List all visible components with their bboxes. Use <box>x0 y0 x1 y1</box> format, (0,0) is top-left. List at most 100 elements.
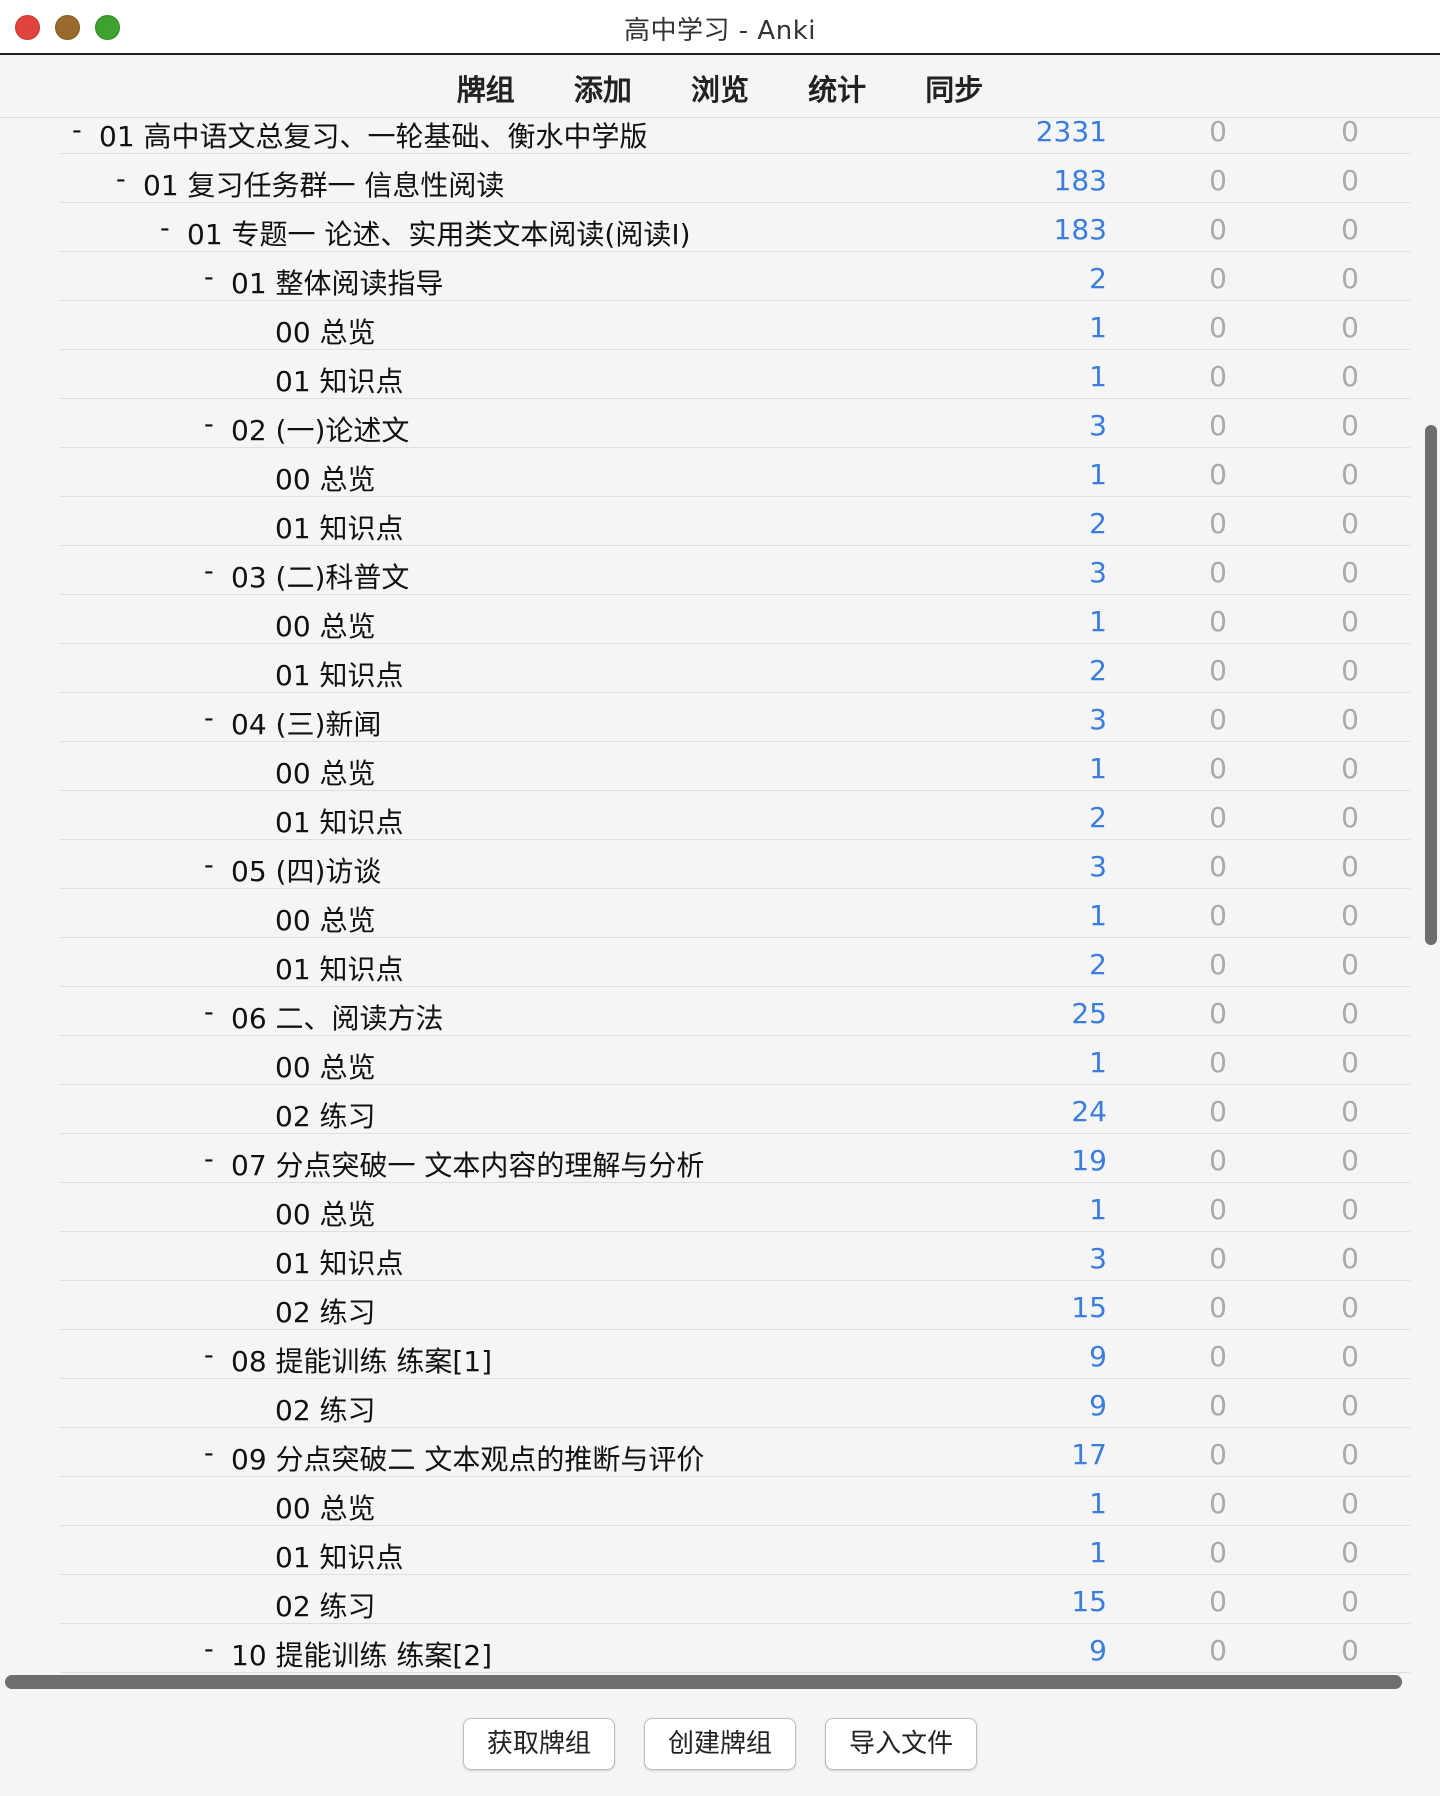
deck-row[interactable]: -03 (二)科普文 3 0 0 <box>60 546 1410 595</box>
deck-row[interactable]: 00 总览 1 0 0 <box>60 1183 1410 1232</box>
collapse-toggle[interactable]: - <box>204 1144 214 1175</box>
deck-row[interactable]: 00 总览 1 0 0 <box>60 742 1410 791</box>
deck-name-link[interactable]: 02 练习 <box>275 1095 376 1135</box>
deck-row[interactable]: 02 练习 9 0 0 <box>60 1379 1410 1428</box>
deck-name-link[interactable]: 01 知识点 <box>275 948 404 988</box>
learn-count: 0 <box>1209 703 1227 736</box>
collapse-toggle[interactable]: - <box>72 118 82 146</box>
new-count: 3 <box>1089 409 1107 442</box>
deck-row[interactable]: 01 知识点 1 0 0 <box>60 350 1410 399</box>
collapse-toggle[interactable]: - <box>116 164 126 195</box>
deck-name-link[interactable]: 02 练习 <box>275 1389 376 1429</box>
deck-name-link[interactable]: 00 总览 <box>275 752 376 792</box>
deck-row[interactable]: 01 知识点 1 0 0 <box>60 1526 1410 1575</box>
deck-row[interactable]: 01 知识点 3 0 0 <box>60 1232 1410 1281</box>
deck-row[interactable]: -07 分点突破一 文本内容的理解与分析 19 0 0 <box>60 1134 1410 1183</box>
deck-row[interactable]: 00 总览 1 0 0 <box>60 448 1410 497</box>
toolbar-sync-link[interactable]: 同步 <box>925 67 983 109</box>
deck-name-link[interactable]: 02 练习 <box>275 1585 376 1625</box>
deck-name-link[interactable]: 10 提能训练 练案[2] <box>231 1634 492 1674</box>
deck-name-link[interactable]: 01 知识点 <box>275 801 404 841</box>
deck-name-link[interactable]: 00 总览 <box>275 458 376 498</box>
deck-name-link[interactable]: 00 总览 <box>275 899 376 939</box>
deck-row[interactable]: -08 提能训练 练案[1] 9 0 0 <box>60 1330 1410 1379</box>
deck-name-link[interactable]: 04 (三)新闻 <box>231 703 381 743</box>
review-count: 0 <box>1341 360 1359 393</box>
collapse-toggle[interactable]: - <box>204 1634 214 1665</box>
deck-name-link[interactable]: 09 分点突破二 文本观点的推断与评价 <box>231 1438 704 1478</box>
toolbar-decks-link[interactable]: 牌组 <box>457 67 515 109</box>
import-file-button[interactable]: 导入文件 <box>825 1718 978 1770</box>
toolbar-stats-link[interactable]: 统计 <box>808 67 866 109</box>
new-count: 2 <box>1089 654 1107 687</box>
deck-list-area[interactable]: -01 高中语文总复习、一轮基础、衡水中学版 2331 0 0-01 复习任务群一 信… <box>0 118 1412 1678</box>
deck-name-link[interactable]: 02 练习 <box>275 1291 376 1331</box>
deck-name-link[interactable]: 01 整体阅读指导 <box>231 262 444 302</box>
review-count: 0 <box>1341 1585 1359 1618</box>
deck-name-link[interactable]: 00 总览 <box>275 605 376 645</box>
deck-row[interactable]: 00 总览 1 0 0 <box>60 595 1410 644</box>
deck-name-link[interactable]: 01 知识点 <box>275 1242 404 1282</box>
deck-row[interactable]: -04 (三)新闻 3 0 0 <box>60 693 1410 742</box>
learn-count: 0 <box>1209 360 1227 393</box>
review-count: 0 <box>1341 1634 1359 1667</box>
deck-row[interactable]: 02 练习 15 0 0 <box>60 1281 1410 1330</box>
toolbar-add-link[interactable]: 添加 <box>574 67 632 109</box>
deck-row[interactable]: 00 总览 1 0 0 <box>60 1036 1410 1085</box>
collapse-toggle[interactable]: - <box>160 213 170 244</box>
deck-row[interactable]: 00 总览 1 0 0 <box>60 1477 1410 1526</box>
deck-name-link[interactable]: 07 分点突破一 文本内容的理解与分析 <box>231 1144 704 1184</box>
deck-row[interactable]: 01 知识点 2 0 0 <box>60 644 1410 693</box>
deck-row[interactable]: -05 (四)访谈 3 0 0 <box>60 840 1410 889</box>
deck-name-link[interactable]: 01 专题一 论述、实用类文本阅读(阅读I) <box>187 213 691 253</box>
deck-row[interactable]: 01 知识点 2 0 0 <box>60 791 1410 840</box>
collapse-toggle[interactable]: - <box>204 262 214 293</box>
new-count: 24 <box>1071 1095 1107 1128</box>
new-count: 1 <box>1089 311 1107 344</box>
deck-name-link[interactable]: 06 二、阅读方法 <box>231 997 444 1037</box>
deck-name-link[interactable]: 02 (一)论述文 <box>231 409 409 449</box>
toolbar-browse-link[interactable]: 浏览 <box>691 67 749 109</box>
deck-name-link[interactable]: 00 总览 <box>275 1487 376 1527</box>
deck-name-link[interactable]: 00 总览 <box>275 1046 376 1086</box>
deck-name-link[interactable]: 05 (四)访谈 <box>231 850 381 890</box>
deck-row[interactable]: 01 知识点 2 0 0 <box>60 497 1410 546</box>
deck-name-link[interactable]: 01 知识点 <box>275 654 404 694</box>
deck-name-link[interactable]: 01 知识点 <box>275 1536 404 1576</box>
deck-row[interactable]: -01 高中语文总复习、一轮基础、衡水中学版 2331 0 0 <box>60 118 1410 154</box>
deck-name-link[interactable]: 01 复习任务群一 信息性阅读 <box>143 164 504 204</box>
collapse-toggle[interactable]: - <box>204 997 214 1028</box>
deck-name-link[interactable]: 00 总览 <box>275 311 376 351</box>
get-shared-decks-button[interactable]: 获取牌组 <box>462 1718 615 1770</box>
deck-row[interactable]: -01 专题一 论述、实用类文本阅读(阅读I) 183 0 0 <box>60 203 1410 252</box>
deck-name-link[interactable]: 01 知识点 <box>275 507 404 547</box>
deck-name-link[interactable]: 01 高中语文总复习、一轮基础、衡水中学版 <box>99 118 648 155</box>
deck-row[interactable]: 02 练习 15 0 0 <box>60 1575 1410 1624</box>
collapse-toggle[interactable]: - <box>204 703 214 734</box>
vertical-scrollbar-thumb[interactable] <box>1425 425 1437 945</box>
deck-row[interactable]: 02 练习 24 0 0 <box>60 1085 1410 1134</box>
collapse-toggle[interactable]: - <box>204 556 214 587</box>
learn-count: 0 <box>1209 752 1227 785</box>
deck-row[interactable]: 01 知识点 2 0 0 <box>60 938 1410 987</box>
collapse-toggle[interactable]: - <box>204 1340 214 1371</box>
deck-row[interactable]: -09 分点突破二 文本观点的推断与评价 17 0 0 <box>60 1428 1410 1477</box>
deck-row[interactable]: -01 整体阅读指导 2 0 0 <box>60 252 1410 301</box>
deck-row[interactable]: 00 总览 1 0 0 <box>60 301 1410 350</box>
deck-name-link[interactable]: 00 总览 <box>275 1193 376 1233</box>
collapse-toggle[interactable]: - <box>204 850 214 881</box>
collapse-toggle[interactable]: - <box>204 1438 214 1469</box>
deck-row[interactable]: 00 总览 1 0 0 <box>60 889 1410 938</box>
deck-name-link[interactable]: 01 知识点 <box>275 360 404 400</box>
deck-name-link[interactable]: 08 提能训练 练案[1] <box>231 1340 492 1380</box>
deck-row[interactable]: -06 二、阅读方法 25 0 0 <box>60 987 1410 1036</box>
deck-row[interactable]: -01 复习任务群一 信息性阅读 183 0 0 <box>60 154 1410 203</box>
learn-count: 0 <box>1209 1585 1227 1618</box>
deck-row[interactable]: -10 提能训练 练案[2] 9 0 0 <box>60 1624 1410 1673</box>
deck-row[interactable]: -02 (一)论述文 3 0 0 <box>60 399 1410 448</box>
learn-count: 0 <box>1209 458 1227 491</box>
horizontal-scrollbar-thumb[interactable] <box>5 1675 1402 1689</box>
create-deck-button[interactable]: 创建牌组 <box>644 1718 796 1770</box>
collapse-toggle[interactable]: - <box>204 409 214 440</box>
deck-name-link[interactable]: 03 (二)科普文 <box>231 556 409 596</box>
